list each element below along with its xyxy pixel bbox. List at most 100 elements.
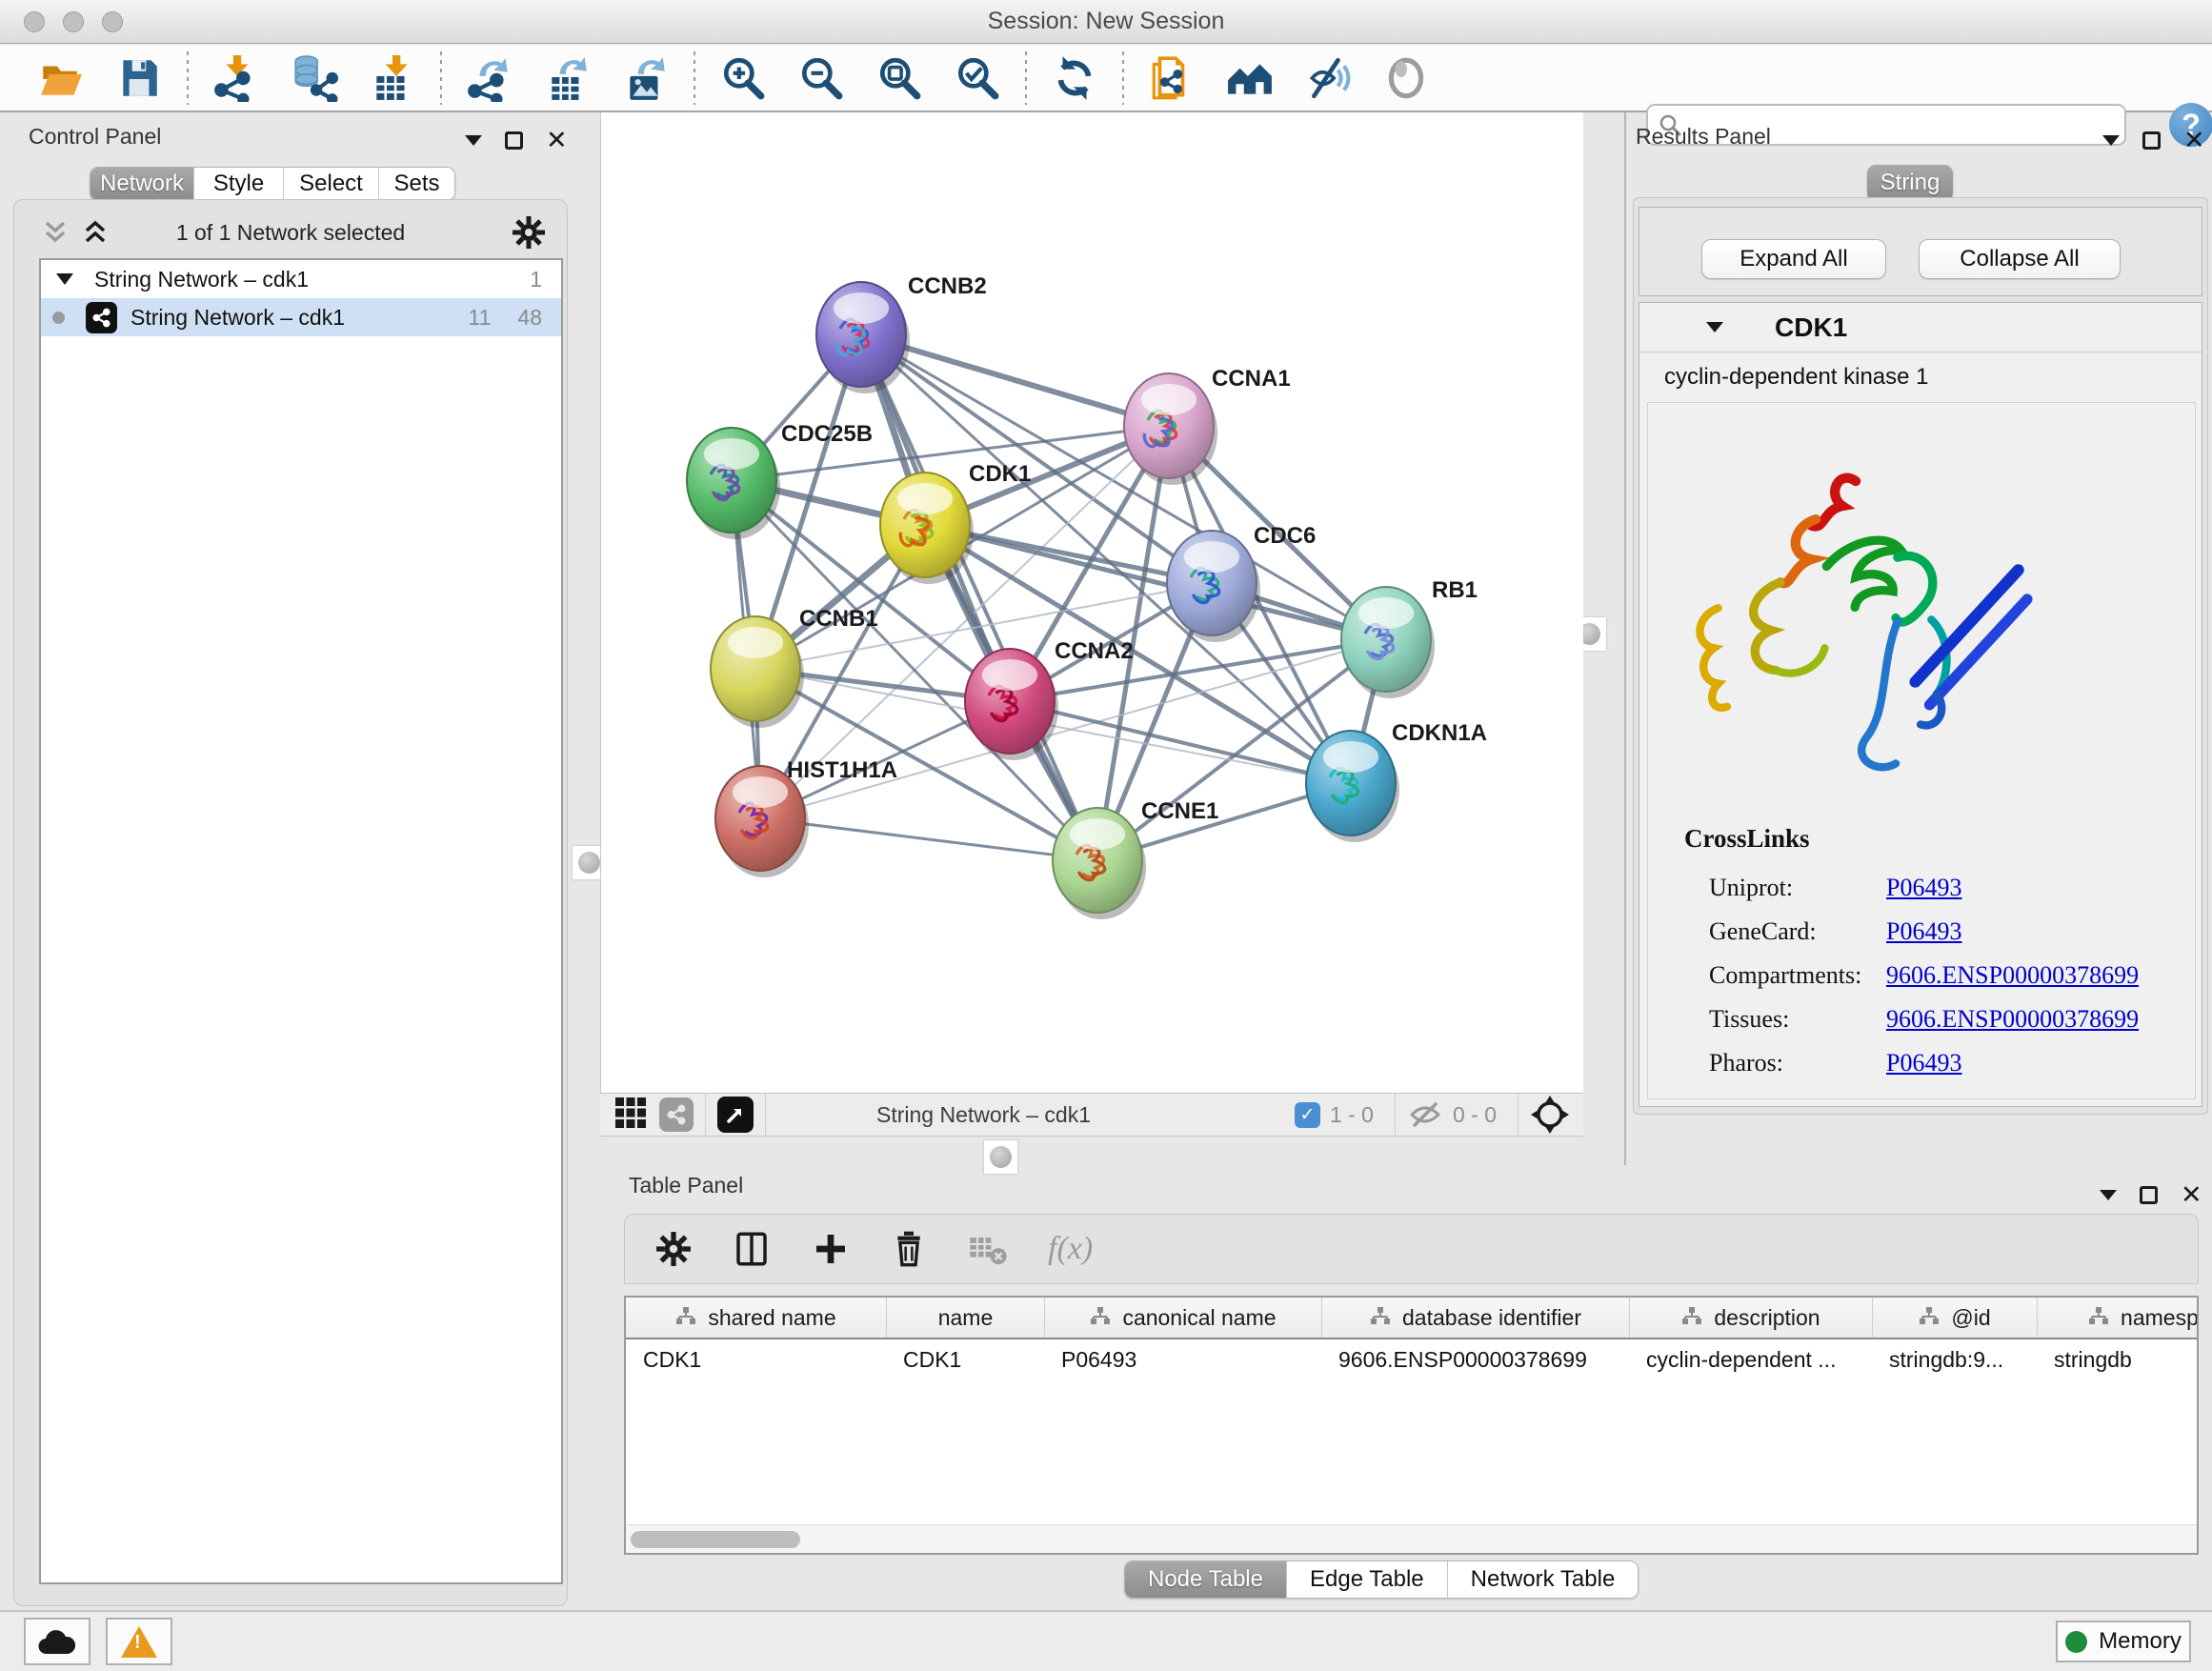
tab-style[interactable]: Style bbox=[193, 168, 283, 200]
tree-expand-icon[interactable] bbox=[56, 273, 73, 285]
tab-sets[interactable]: Sets bbox=[378, 168, 454, 200]
results-tab-string[interactable]: String bbox=[1867, 165, 1953, 201]
panel-float-icon[interactable] bbox=[2100, 1190, 2117, 1200]
open-session-icon[interactable] bbox=[36, 53, 86, 103]
import-table-file-icon[interactable] bbox=[368, 53, 417, 103]
cloud-status-button[interactable] bbox=[24, 1618, 90, 1665]
network-row-selected[interactable]: String Network – cdk1 11 48 bbox=[41, 298, 561, 336]
zoom-in-icon[interactable] bbox=[718, 53, 768, 103]
network-options-gear-icon[interactable] bbox=[512, 215, 546, 254]
table-cell[interactable]: 9606.ENSP00000378699 bbox=[1321, 1339, 1629, 1379]
crosslink-row: GeneCard:P06493 bbox=[1709, 910, 2185, 954]
column-header-canonical-name[interactable]: canonical name bbox=[1044, 1298, 1321, 1338]
string-glass-icon[interactable] bbox=[1381, 53, 1431, 103]
table-cell[interactable]: P06493 bbox=[1044, 1339, 1321, 1379]
tab-edge-table[interactable]: Edge Table bbox=[1286, 1561, 1447, 1598]
tab-node-table[interactable]: Node Table bbox=[1125, 1561, 1286, 1598]
apply-layout-icon[interactable] bbox=[1050, 53, 1099, 103]
network-node-CCNA2[interactable] bbox=[965, 649, 1058, 760]
table-cell[interactable]: cyclin-dependent ... bbox=[1629, 1339, 1872, 1379]
network-node-CDKN1A[interactable] bbox=[1306, 731, 1399, 842]
crosslink-value-link[interactable]: P06493 bbox=[1886, 1049, 1961, 1077]
hidden-items-icon[interactable] bbox=[1407, 1100, 1443, 1129]
entry-header[interactable]: CDK1 bbox=[1639, 303, 2202, 352]
delete-table-icon[interactable] bbox=[968, 1233, 1008, 1265]
network-node-CCNA1[interactable] bbox=[1124, 373, 1217, 485]
save-session-icon[interactable] bbox=[114, 53, 164, 103]
grid-view-icon[interactable] bbox=[613, 1096, 648, 1135]
collapse-all-button[interactable]: Collapse All bbox=[1919, 239, 2121, 279]
control-panel-title: Control Panel bbox=[29, 124, 161, 150]
network-edge[interactable] bbox=[1010, 701, 1351, 783]
entry-collapse-icon[interactable] bbox=[1706, 322, 1723, 332]
network-selection-status: 1 of 1 Network selected bbox=[14, 220, 567, 246]
detach-view-icon[interactable] bbox=[717, 1097, 754, 1133]
show-columns-icon[interactable] bbox=[732, 1229, 772, 1269]
network-view-share-icon[interactable] bbox=[659, 1097, 694, 1132]
string-enhance-icon[interactable] bbox=[1303, 53, 1353, 103]
table-row[interactable]: CDK1CDK1P064939606.ENSP00000378699cyclin… bbox=[626, 1339, 2199, 1379]
column-header-namespace[interactable]: namespace bbox=[2037, 1298, 2199, 1338]
scrollbar-thumb[interactable] bbox=[631, 1531, 800, 1548]
string-home-icon[interactable] bbox=[1225, 53, 1275, 103]
expand-all-button[interactable]: Expand All bbox=[1701, 239, 1886, 279]
network-node-CDC25B[interactable] bbox=[687, 428, 780, 539]
table-cell[interactable]: CDK1 bbox=[886, 1339, 1044, 1379]
crosslink-value-link[interactable]: 9606.ENSP00000378699 bbox=[1886, 1005, 2139, 1034]
table-horizontal-scrollbar[interactable] bbox=[626, 1524, 2197, 1553]
import-network-database-icon[interactable] bbox=[290, 53, 339, 103]
import-network-file-icon[interactable] bbox=[211, 53, 261, 103]
column-header-shared-name[interactable]: shared name bbox=[626, 1298, 886, 1338]
column-header-@id[interactable]: @id bbox=[1872, 1298, 2037, 1338]
string-network-graph[interactable]: CCNB2CCNA1CDC25BCDK1CDC6RB1CCNB1CCNA2CDK… bbox=[601, 112, 1584, 1093]
network-node-CDK1[interactable] bbox=[880, 473, 974, 584]
warnings-button[interactable] bbox=[106, 1618, 172, 1665]
export-image-icon[interactable] bbox=[621, 53, 671, 103]
zoom-selected-icon[interactable] bbox=[953, 53, 1002, 103]
panel-undock-icon[interactable] bbox=[2142, 131, 2161, 150]
table-cell[interactable]: stringdb:9... bbox=[1872, 1339, 2037, 1379]
delete-column-icon[interactable] bbox=[890, 1230, 928, 1268]
tab-network-table[interactable]: Network Table bbox=[1447, 1561, 1639, 1598]
crosslink-value-link[interactable]: 9606.ENSP00000378699 bbox=[1886, 961, 2139, 990]
network-collection-row[interactable]: String Network – cdk1 1 bbox=[41, 260, 561, 298]
add-column-icon[interactable] bbox=[812, 1230, 850, 1268]
entry-description: cyclin-dependent kinase 1 bbox=[1664, 364, 1929, 391]
function-builder-icon[interactable]: f(x) bbox=[1048, 1231, 1093, 1267]
column-header-name[interactable]: name bbox=[886, 1298, 1044, 1338]
panel-close-icon[interactable]: ✕ bbox=[2183, 128, 2205, 153]
tab-network[interactable]: Network bbox=[90, 168, 193, 200]
network-node-CCNB1[interactable] bbox=[711, 616, 804, 728]
network-edge[interactable] bbox=[760, 818, 1097, 860]
export-table-icon[interactable] bbox=[543, 53, 593, 103]
column-label: namespace bbox=[2121, 1305, 2199, 1331]
zoom-out-icon[interactable] bbox=[796, 53, 846, 103]
table-cell[interactable]: stringdb bbox=[2037, 1339, 2199, 1379]
network-node-CDC6[interactable] bbox=[1167, 531, 1260, 642]
panel-close-icon[interactable]: ✕ bbox=[2181, 1182, 2202, 1208]
birds-eye-view-icon[interactable] bbox=[1530, 1095, 1570, 1135]
tab-select[interactable]: Select bbox=[283, 168, 378, 200]
network-node-CCNE1[interactable] bbox=[1053, 808, 1146, 919]
column-header-database-identifier[interactable]: database identifier bbox=[1321, 1298, 1629, 1338]
network-node-CCNB2[interactable] bbox=[816, 282, 910, 393]
network-node-RB1[interactable] bbox=[1341, 587, 1435, 698]
panel-close-icon[interactable]: ✕ bbox=[546, 128, 568, 153]
panel-float-icon[interactable] bbox=[465, 135, 482, 146]
memory-button[interactable]: Memory bbox=[2056, 1621, 2191, 1662]
zoom-fit-icon[interactable] bbox=[875, 53, 924, 103]
node-label-HIST1H1A: HIST1H1A bbox=[787, 757, 897, 783]
selected-items-checkbox[interactable]: ✓ bbox=[1295, 1102, 1320, 1128]
panel-undock-icon[interactable] bbox=[505, 131, 523, 150]
table-options-gear-icon[interactable] bbox=[655, 1231, 692, 1267]
table-cell[interactable]: CDK1 bbox=[626, 1339, 886, 1379]
export-network-icon[interactable] bbox=[465, 53, 514, 103]
network-view-canvas[interactable]: CCNB2CCNA1CDC25BCDK1CDC6RB1CCNB1CCNA2CDK… bbox=[600, 112, 1583, 1093]
crosslink-value-link[interactable]: P06493 bbox=[1886, 917, 1961, 946]
panel-undock-icon[interactable] bbox=[2140, 1186, 2158, 1204]
panel-float-icon[interactable] bbox=[2102, 135, 2120, 146]
crosslink-value-link[interactable]: P06493 bbox=[1886, 874, 1961, 902]
column-tree-icon bbox=[1090, 1305, 1111, 1331]
column-header-description[interactable]: description bbox=[1629, 1298, 1872, 1338]
string-import-icon[interactable] bbox=[1147, 53, 1196, 103]
